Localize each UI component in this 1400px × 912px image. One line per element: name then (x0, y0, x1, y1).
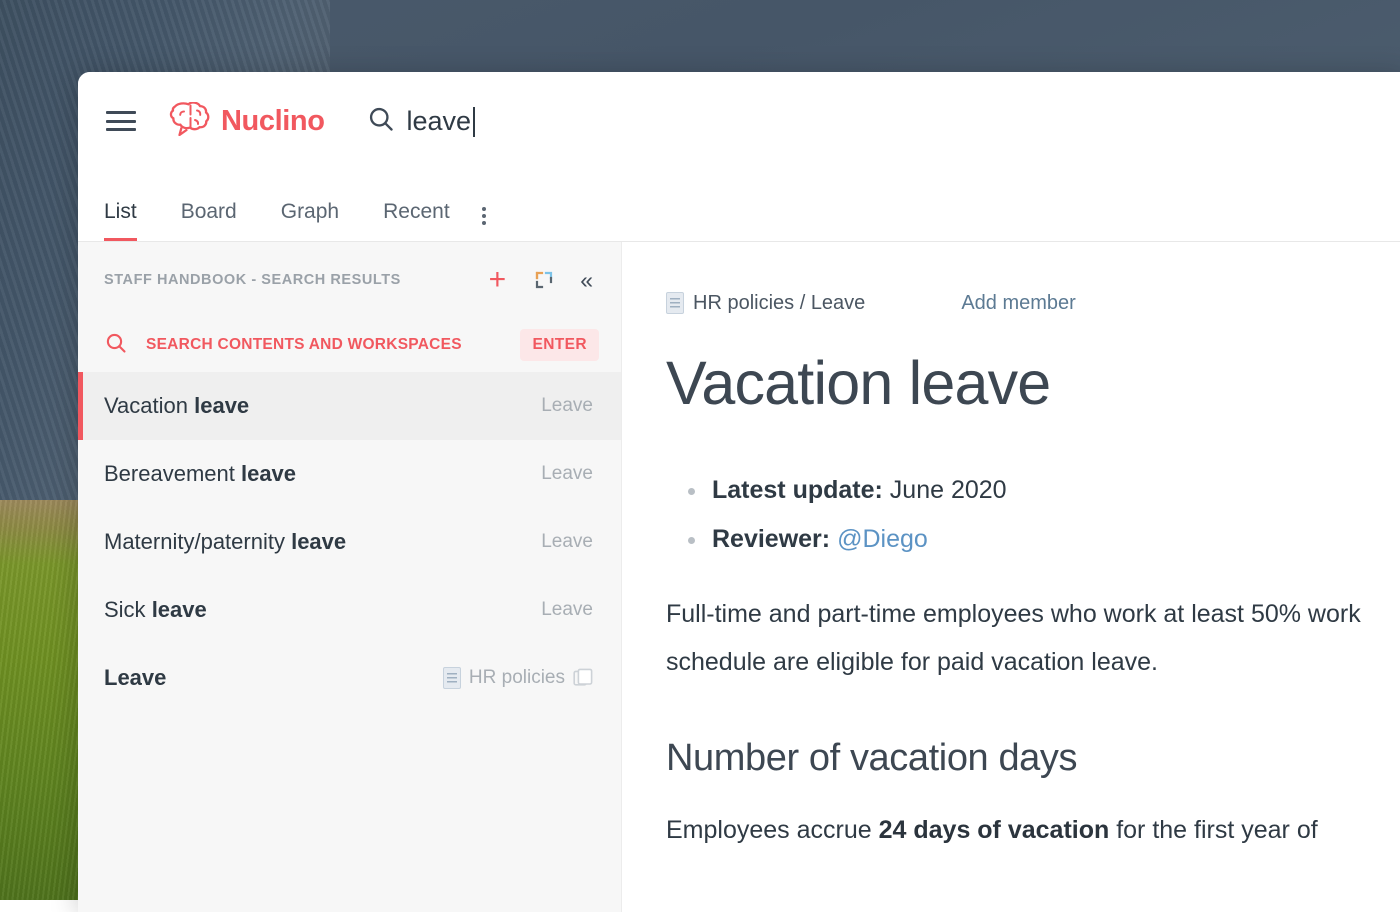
section-heading: Number of vacation days (666, 737, 1400, 780)
result-title-prefix: Vacation (104, 393, 194, 418)
result-title-match: leave (241, 461, 296, 486)
list-item[interactable]: Vacation leave Leave (78, 372, 621, 440)
main-split: STAFF HANDBOOK - SEARCH RESULTS + « (78, 242, 1400, 912)
document-icon (666, 292, 684, 314)
result-meta: HR policies (443, 667, 593, 689)
tab-list[interactable]: List (104, 200, 137, 241)
result-title: Leave (104, 665, 443, 691)
enter-badge: ENTER (520, 329, 599, 361)
result-title-prefix: Bereavement (104, 461, 241, 486)
view-tabs: List Board Graph Recent (78, 170, 1400, 242)
add-item-button[interactable]: + (489, 265, 507, 295)
intro-paragraph: Full-time and part-time employees who wo… (666, 590, 1400, 688)
breadcrumb-text: HR policies / Leave (693, 292, 865, 315)
hamburger-menu-icon[interactable] (104, 108, 138, 134)
result-title: Bereavement leave (104, 461, 541, 487)
result-meta-label: Leave (541, 599, 593, 621)
tab-board[interactable]: Board (181, 200, 237, 241)
search-results-sidebar: STAFF HANDBOOK - SEARCH RESULTS + « (78, 242, 622, 912)
search-contents-row[interactable]: SEARCH CONTENTS AND WORKSPACES ENTER (78, 324, 621, 366)
result-title: Maternity/paternity leave (104, 529, 541, 555)
page-title: Vacation leave (666, 348, 1400, 418)
section-paragraph-bold: 24 days of vacation (879, 816, 1110, 844)
search-contents-label: SEARCH CONTENTS AND WORKSPACES (146, 336, 520, 354)
section-paragraph: Employees accrue 24 days of vacation for… (666, 806, 1400, 855)
search-results-list: Vacation leave Leave Bereavement leave L… (78, 372, 621, 712)
bullet-label: Reviewer: (712, 525, 830, 553)
result-title-match: leave (194, 393, 249, 418)
search-input[interactable]: leave (407, 106, 472, 137)
result-meta-label: Leave (541, 395, 593, 417)
result-meta: Leave (541, 463, 593, 485)
content-header-row: HR policies / Leave Add member (666, 288, 1400, 318)
tab-graph[interactable]: Graph (281, 200, 339, 241)
nuclino-app-window: Nuclino leave List Board Graph Recent ST… (78, 72, 1400, 912)
bullet-value: June 2020 (883, 476, 1007, 504)
bullet-label: Latest update: (712, 476, 883, 504)
metadata-bullet-list: Latest update: June 2020 Reviewer: @Dieg… (686, 466, 1400, 564)
copy-icon[interactable] (573, 668, 593, 688)
chevron-double-left-icon[interactable]: « (580, 269, 593, 292)
tab-recent[interactable]: Recent (383, 200, 450, 241)
breadcrumb[interactable]: HR policies / Leave (666, 292, 865, 315)
result-title-match: Leave (104, 665, 166, 690)
top-bar: Nuclino leave (78, 72, 1400, 170)
result-title: Vacation leave (104, 393, 541, 419)
global-search[interactable]: leave (367, 105, 472, 138)
sidebar-header: STAFF HANDBOOK - SEARCH RESULTS + « (78, 256, 621, 304)
result-meta: Leave (541, 599, 593, 621)
nuclino-brain-logo-icon (168, 102, 212, 141)
brand-name: Nuclino (221, 105, 325, 138)
search-icon (104, 331, 128, 360)
list-item: Latest update: June 2020 (686, 466, 1400, 515)
brand-logo[interactable]: Nuclino (168, 102, 325, 141)
document-content: HR policies / Leave Add member Vacation … (622, 242, 1400, 912)
more-vertical-icon[interactable] (482, 207, 486, 241)
result-title-match: leave (152, 597, 207, 622)
result-title: Sick leave (104, 597, 541, 623)
section-paragraph-post: for the first year of (1109, 816, 1317, 844)
mention-link[interactable]: @Diego (837, 525, 928, 553)
list-item[interactable]: Bereavement leave Leave (78, 440, 621, 508)
sidebar-title: STAFF HANDBOOK - SEARCH RESULTS (104, 272, 489, 288)
result-meta: Leave (541, 531, 593, 553)
document-icon (443, 667, 461, 689)
result-meta-label: HR policies (469, 667, 565, 689)
result-meta: Leave (541, 395, 593, 417)
result-meta-label: Leave (541, 531, 593, 553)
expand-icon[interactable] (534, 270, 554, 290)
search-icon (367, 105, 395, 138)
result-meta-label: Leave (541, 463, 593, 485)
add-member-button[interactable]: Add member (961, 292, 1076, 315)
result-title-match: leave (291, 529, 346, 554)
section-paragraph-pre: Employees accrue (666, 816, 879, 844)
list-item[interactable]: Leave HR policies (78, 644, 621, 712)
result-title-prefix: Sick (104, 597, 152, 622)
list-item[interactable]: Sick leave Leave (78, 576, 621, 644)
list-item: Reviewer: @Diego (686, 515, 1400, 564)
result-title-prefix: Maternity/paternity (104, 529, 291, 554)
list-item[interactable]: Maternity/paternity leave Leave (78, 508, 621, 576)
